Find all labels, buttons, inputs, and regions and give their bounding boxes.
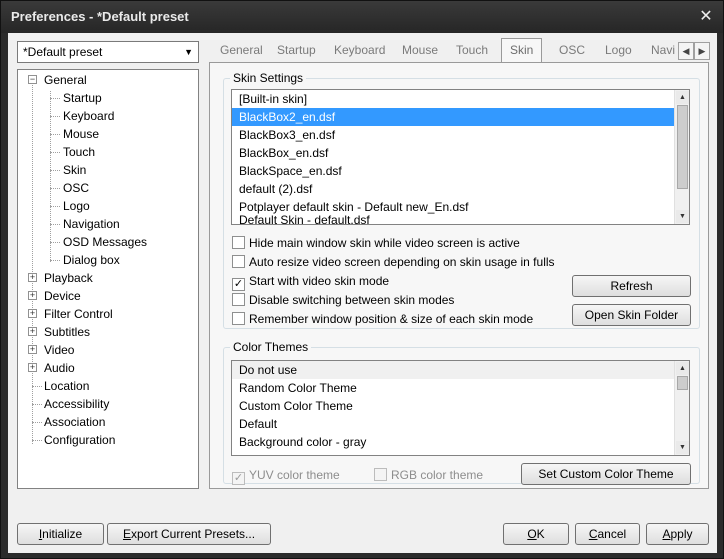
preferences-window: Preferences - *Default preset ✕ *Default… xyxy=(0,0,724,559)
scroll-thumb[interactable] xyxy=(677,376,688,390)
hide-main-skin-checkbox[interactable]: Hide main window skin while video screen… xyxy=(232,235,520,251)
chevron-down-icon: ▼ xyxy=(184,47,193,57)
tree-item-subtitles[interactable]: + Subtitles xyxy=(28,323,90,341)
expand-icon[interactable]: + xyxy=(28,309,37,318)
tree-item-filter-control[interactable]: + Filter Control xyxy=(28,305,113,323)
skin-settings-title: Skin Settings xyxy=(233,71,304,85)
scroll-up-icon[interactable]: ▲ xyxy=(676,91,689,104)
list-item-selected[interactable]: Do not use xyxy=(232,361,689,379)
rgb-color-theme-checkbox[interactable]: RGB color theme xyxy=(374,467,483,483)
checkbox-icon[interactable] xyxy=(232,312,245,325)
list-item[interactable]: [Built-in skin] xyxy=(232,90,689,108)
tab-touch[interactable]: Touch xyxy=(456,41,488,61)
skin-list-scrollbar[interactable]: ▲ ▼ xyxy=(674,90,689,224)
color-theme-scrollbar[interactable]: ▲ ▼ xyxy=(674,361,689,455)
checkmark-icon[interactable]: ✓ xyxy=(232,472,245,485)
tree-item-startup[interactable]: Startup xyxy=(50,89,102,107)
tab-mouse[interactable]: Mouse xyxy=(402,41,438,61)
checkmark-icon[interactable]: ✓ xyxy=(232,278,245,291)
expand-icon[interactable]: + xyxy=(28,291,37,300)
checkbox-icon[interactable] xyxy=(232,236,245,249)
tree-item-mouse[interactable]: Mouse xyxy=(50,125,99,143)
remember-window-checkbox[interactable]: Remember window position & size of each … xyxy=(232,311,533,327)
tree-item-device[interactable]: + Device xyxy=(28,287,81,305)
close-icon[interactable]: ✕ xyxy=(697,8,715,26)
title-bar[interactable]: Preferences - *Default preset ✕ xyxy=(1,1,723,33)
list-item[interactable]: Default xyxy=(232,415,689,433)
expand-icon[interactable]: + xyxy=(28,363,37,372)
color-themes-title: Color Themes xyxy=(233,340,309,354)
scroll-up-icon[interactable]: ▲ xyxy=(676,362,689,375)
tree-item-general[interactable]: − General xyxy=(28,71,87,89)
tab-general[interactable]: General xyxy=(220,41,263,61)
client-area: *Default preset ▼ − General Startup Keyb… xyxy=(8,33,717,553)
scroll-thumb[interactable] xyxy=(677,105,688,189)
tab-skin[interactable]: Skin xyxy=(501,38,543,62)
tab-bar: General Startup Keyboard Mouse Touch Ski… xyxy=(210,38,710,62)
tree-item-touch[interactable]: Touch xyxy=(50,143,95,161)
tree-item-logo[interactable]: Logo xyxy=(50,197,90,215)
expand-icon[interactable]: + xyxy=(28,345,37,354)
tab-logo[interactable]: Logo xyxy=(605,41,632,61)
preset-value: *Default preset xyxy=(23,45,103,59)
collapse-icon[interactable]: − xyxy=(28,75,37,84)
checkbox-icon[interactable] xyxy=(232,255,245,268)
chevron-left-icon[interactable]: ◀ xyxy=(678,42,694,60)
list-item[interactable]: Custom Color Theme xyxy=(232,397,689,415)
preset-dropdown[interactable]: *Default preset ▼ xyxy=(17,41,199,63)
window-title: Preferences - *Default preset xyxy=(11,9,189,24)
scroll-down-icon[interactable]: ▼ xyxy=(676,210,689,223)
tab-navigation[interactable]: Navi xyxy=(651,41,675,61)
skin-tab-panel: Skin Settings [Built-in skin] BlackBox2_… xyxy=(209,62,709,489)
apply-button[interactable]: Apply xyxy=(646,523,709,545)
list-item[interactable]: Background color - gray xyxy=(232,433,689,451)
tab-osc[interactable]: OSC xyxy=(559,41,585,61)
tree-item-skin[interactable]: Skin xyxy=(50,161,86,179)
disable-switching-checkbox[interactable]: Disable switching between skin modes xyxy=(232,292,454,308)
tree-item-playback[interactable]: + Playback xyxy=(28,269,93,287)
tree-item-location[interactable]: Location xyxy=(32,377,89,395)
tree-item-navigation[interactable]: Navigation xyxy=(50,215,120,233)
list-item[interactable]: BlackSpace_en.dsf xyxy=(232,162,689,180)
skin-list[interactable]: [Built-in skin] BlackBox2_en.dsf BlackBo… xyxy=(231,89,690,225)
list-item-selected[interactable]: BlackBox2_en.dsf xyxy=(232,108,689,126)
open-skin-folder-button[interactable]: Open Skin Folder xyxy=(572,304,691,326)
tree-item-keyboard[interactable]: Keyboard xyxy=(50,107,114,125)
list-item[interactable]: default (2).dsf xyxy=(232,180,689,198)
scroll-down-icon[interactable]: ▼ xyxy=(676,441,689,454)
tree-item-configuration[interactable]: Configuration xyxy=(32,431,115,449)
set-custom-color-theme-button[interactable]: Set Custom Color Theme xyxy=(521,463,691,485)
tree-item-dialog-box[interactable]: Dialog box xyxy=(50,251,120,269)
ok-button[interactable]: OK xyxy=(503,523,569,545)
initialize-button[interactable]: Initialize xyxy=(17,523,104,545)
tab-startup[interactable]: Startup xyxy=(277,41,316,61)
tree-item-video[interactable]: + Video xyxy=(28,341,74,359)
expand-icon[interactable]: + xyxy=(28,273,37,282)
expand-icon[interactable]: + xyxy=(28,327,37,336)
yuv-color-theme-checkbox[interactable]: ✓ YUV color theme xyxy=(232,467,340,485)
list-item[interactable]: Random Color Theme xyxy=(232,379,689,397)
checkbox-icon[interactable] xyxy=(374,468,387,481)
tab-keyboard[interactable]: Keyboard xyxy=(334,41,385,61)
refresh-button[interactable]: Refresh xyxy=(572,275,691,297)
cancel-button[interactable]: Cancel xyxy=(575,523,640,545)
list-item[interactable]: BlackBox3_en.dsf xyxy=(232,126,689,144)
color-theme-list[interactable]: Do not use Random Color Theme Custom Col… xyxy=(231,360,690,456)
tree-item-osc[interactable]: OSC xyxy=(50,179,89,197)
start-with-video-skin-checkbox[interactable]: ✓ Start with video skin mode xyxy=(232,273,389,291)
tree-item-accessibility[interactable]: Accessibility xyxy=(32,395,109,413)
checkbox-icon[interactable] xyxy=(232,293,245,306)
chevron-right-icon[interactable]: ▶ xyxy=(694,42,710,60)
auto-resize-checkbox[interactable]: Auto resize video screen depending on sk… xyxy=(232,254,555,270)
settings-tree: − General Startup Keyboard Mouse Touch S… xyxy=(17,69,199,489)
list-item[interactable]: BlackBox_en.dsf xyxy=(232,144,689,162)
export-presets-button[interactable]: Export Current Presets... xyxy=(107,523,271,545)
tree-item-audio[interactable]: + Audio xyxy=(28,359,75,377)
tree-item-association[interactable]: Association xyxy=(32,413,105,431)
tree-item-osd-messages[interactable]: OSD Messages xyxy=(50,233,147,251)
